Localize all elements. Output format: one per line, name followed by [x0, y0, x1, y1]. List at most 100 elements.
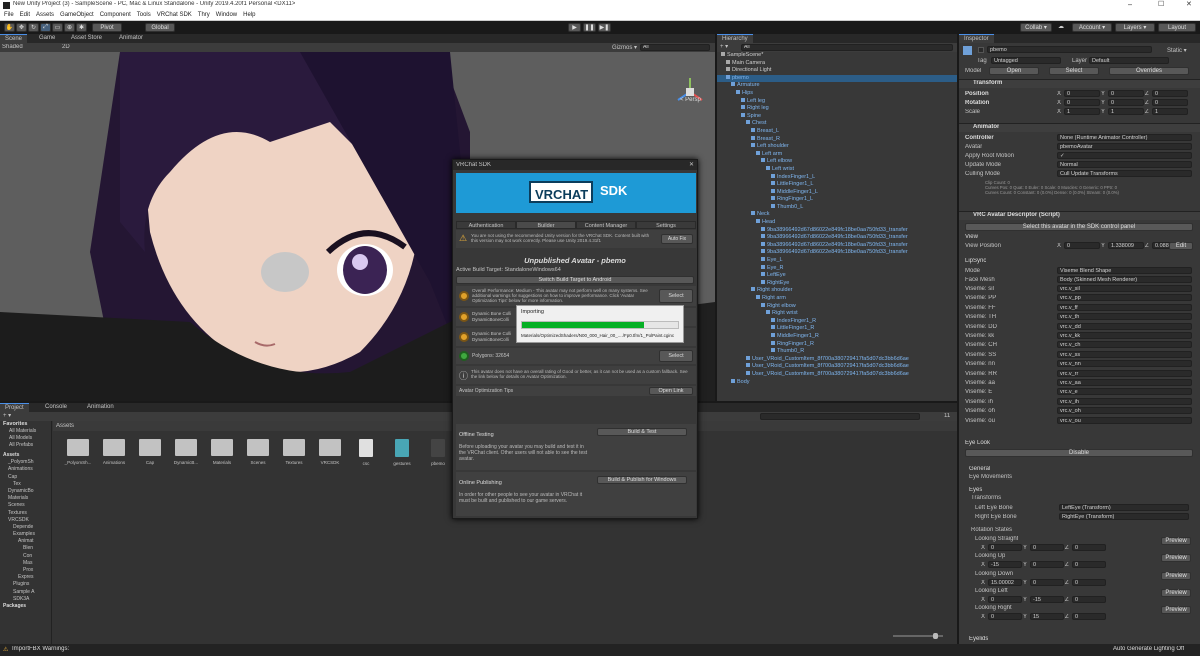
- hierarchy-item[interactable]: Hips: [717, 89, 957, 98]
- lipsync-mode-dropdown[interactable]: Viseme Blend Shape: [1057, 267, 1192, 274]
- hierarchy-item[interactable]: Breast_L: [717, 127, 957, 136]
- preview-button[interactable]: Preview: [1161, 537, 1191, 545]
- asset-item[interactable]: pbemo: [421, 439, 455, 479]
- project-folder[interactable]: DynamicBo: [0, 488, 51, 495]
- viseme-dropdown[interactable]: vrc.v_ou: [1057, 416, 1192, 424]
- hierarchy-item[interactable]: Breast_R: [717, 135, 957, 144]
- viseme-dropdown[interactable]: vrc.v_pp: [1057, 294, 1192, 302]
- project-folder[interactable]: Textures: [0, 510, 51, 517]
- project-folder[interactable]: Scenes: [0, 502, 51, 509]
- hierarchy-search[interactable]: All: [741, 44, 953, 51]
- layout-dropdown[interactable]: Layout: [1158, 23, 1196, 32]
- menu-item-component[interactable]: Component: [100, 12, 131, 18]
- rotation-value[interactable]: 0: [988, 613, 1022, 621]
- viseme-dropdown[interactable]: vrc.v_ss: [1057, 350, 1192, 358]
- pivot-toggle[interactable]: Pivot: [92, 23, 122, 32]
- status-left[interactable]: ImportFBX Warnings:: [12, 646, 69, 652]
- hierarchy-item[interactable]: pbemo: [717, 74, 957, 83]
- rotation-value[interactable]: 0: [1072, 595, 1106, 603]
- transform-value[interactable]: 0: [1108, 90, 1144, 97]
- rotation-value[interactable]: 15.00002: [988, 578, 1022, 586]
- perf-select-button[interactable]: Select: [659, 289, 693, 303]
- hierarchy-item[interactable]: SampleScene*: [717, 52, 957, 60]
- project-search[interactable]: [760, 413, 920, 420]
- project-folder[interactable]: Cap: [0, 474, 51, 481]
- project-folder[interactable]: Prox: [0, 567, 51, 574]
- hierarchy-item[interactable]: Right elbow: [717, 302, 957, 311]
- menu-item-gameobject[interactable]: GameObject: [60, 12, 94, 18]
- project-folder[interactable]: Animat: [0, 538, 51, 545]
- project-folder[interactable]: Blen: [0, 545, 51, 552]
- step-button[interactable]: ▶❚: [598, 23, 611, 32]
- asset-item[interactable]: Textures: [277, 439, 311, 479]
- minimize-icon[interactable]: –: [1128, 0, 1132, 9]
- hierarchy-item[interactable]: Right wrist: [717, 310, 957, 318]
- project-folder[interactable]: Materials: [0, 495, 51, 502]
- tab-inspector[interactable]: Inspector: [959, 34, 994, 43]
- hierarchy-item[interactable]: Armature: [717, 82, 957, 90]
- rotation-value[interactable]: 0: [1030, 561, 1064, 569]
- menu-item-edit[interactable]: Edit: [20, 12, 30, 18]
- hierarchy-item[interactable]: 9ba38966492d67d86022e849fc18be0aa750fd33…: [717, 249, 957, 257]
- rotation-value[interactable]: 0: [1072, 561, 1106, 569]
- sdk-tab-builder[interactable]: Builder: [516, 221, 576, 229]
- project-folder[interactable]: Examples: [0, 531, 51, 538]
- close-icon[interactable]: ✕: [1186, 0, 1192, 8]
- viseme-dropdown[interactable]: vrc.v_rr: [1057, 369, 1192, 377]
- project-folder[interactable]: Mas: [0, 560, 51, 567]
- favorite-item[interactable]: All Models: [0, 435, 51, 442]
- viseme-dropdown[interactable]: vrc.v_ih: [1057, 397, 1192, 405]
- transform-tool-icon[interactable]: ⊕: [64, 23, 75, 32]
- gizmos-dropdown[interactable]: Gizmos ▾: [612, 44, 637, 51]
- hierarchy-item[interactable]: Left wrist: [717, 165, 957, 174]
- layer-dropdown[interactable]: Default: [1089, 57, 1169, 64]
- project-folder[interactable]: _PolyomSh: [0, 459, 51, 466]
- tab-animator[interactable]: Animator: [114, 34, 148, 43]
- hierarchy-item[interactable]: Spine: [717, 112, 957, 121]
- hierarchy-item[interactable]: RingFinger1_R: [717, 340, 957, 349]
- preview-button[interactable]: Preview: [1161, 554, 1191, 563]
- viseme-dropdown[interactable]: vrc.v_th: [1057, 313, 1192, 321]
- hierarchy-item[interactable]: Chest: [717, 120, 957, 128]
- hierarchy-item[interactable]: Eye_R: [717, 264, 957, 273]
- model-open-button[interactable]: Open: [989, 67, 1039, 75]
- transform-value[interactable]: 0: [1064, 90, 1100, 97]
- asset-item[interactable]: Animations: [97, 439, 131, 479]
- hierarchy-item[interactable]: Right shoulder: [717, 287, 957, 295]
- project-folder[interactable]: Tex: [0, 481, 51, 488]
- rotation-value[interactable]: 0: [988, 544, 1022, 551]
- build-publish-button[interactable]: Build & Publish for Windows: [597, 476, 687, 484]
- polygons-select-button[interactable]: Select: [659, 350, 693, 362]
- favorite-item[interactable]: All Materials: [0, 428, 51, 435]
- hierarchy-item[interactable]: User_VRoid_CustomItem_8f700a380729417fa5…: [717, 363, 957, 371]
- menu-item-tools[interactable]: Tools: [137, 12, 151, 18]
- pause-button[interactable]: ❚❚: [583, 23, 596, 32]
- animator-row-value[interactable]: pbemoAvatar: [1057, 143, 1192, 150]
- project-folder[interactable]: SDK3A: [0, 596, 51, 603]
- hierarchy-item[interactable]: RightEye: [717, 279, 957, 288]
- project-folder[interactable]: Depende: [0, 524, 51, 531]
- menu-item-file[interactable]: File: [4, 12, 14, 18]
- left-eye-field[interactable]: LeftEye (Transform): [1059, 504, 1189, 511]
- hierarchy-item[interactable]: Thumb0_R: [717, 348, 957, 356]
- asset-item[interactable]: csc: [349, 439, 383, 479]
- transform-value[interactable]: 1: [1152, 108, 1188, 115]
- hierarchy-item[interactable]: MiddleFinger1_R: [717, 332, 957, 341]
- hierarchy-item[interactable]: Left arm: [717, 150, 957, 159]
- hierarchy-item[interactable]: Right leg: [717, 105, 957, 113]
- global-toggle[interactable]: Global: [145, 23, 175, 32]
- viseme-dropdown[interactable]: vrc.v_nn: [1057, 360, 1192, 368]
- preview-button[interactable]: Preview: [1161, 571, 1191, 580]
- view-edit-button[interactable]: Edit: [1169, 242, 1193, 250]
- hierarchy-item[interactable]: Left shoulder: [717, 143, 957, 151]
- rotation-value[interactable]: 0: [1072, 578, 1106, 586]
- create-icon[interactable]: + ▾: [3, 412, 11, 419]
- rotation-value[interactable]: -15: [1030, 595, 1064, 603]
- right-eye-field[interactable]: RightEye (Transform): [1059, 513, 1189, 520]
- transform-value[interactable]: 1: [1108, 108, 1144, 115]
- hierarchy-item[interactable]: Left leg: [717, 97, 957, 106]
- view-position-value[interactable]: 1.338009: [1108, 242, 1144, 249]
- move-tool-icon[interactable]: ✥: [16, 23, 27, 32]
- favorites-foldout[interactable]: Favorites: [0, 421, 51, 428]
- project-folder[interactable]: Plugins: [0, 581, 51, 588]
